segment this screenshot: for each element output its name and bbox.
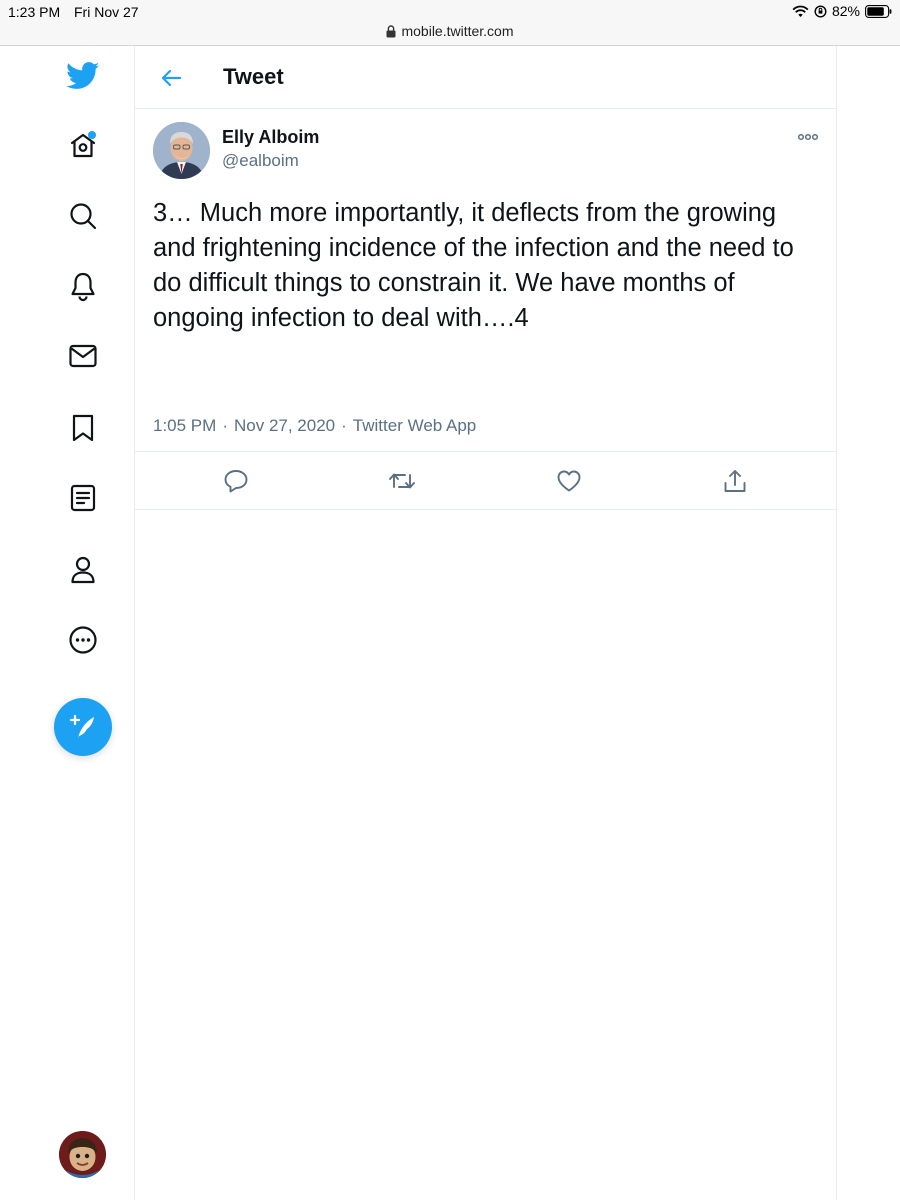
- status-date: Fri Nov 27: [74, 4, 139, 20]
- author-name[interactable]: Elly Alboim: [222, 127, 319, 148]
- author-handle[interactable]: @ealboim: [222, 151, 299, 171]
- tweet-source[interactable]: Twitter Web App: [353, 416, 476, 435]
- account-avatar[interactable]: [59, 1131, 106, 1178]
- retweet-icon: [389, 473, 415, 489]
- nav-more[interactable]: [52, 618, 114, 662]
- sidebar-nav: [0, 46, 135, 1200]
- list-icon: [70, 484, 96, 512]
- battery-percentage: 82%: [831, 3, 860, 19]
- bell-icon: [71, 272, 95, 302]
- compose-tweet-icon: [69, 714, 94, 738]
- account-avatar-image: [59, 1131, 106, 1178]
- twitter-logo-icon: [66, 62, 100, 89]
- heart-icon: [557, 470, 581, 492]
- nav-notifications[interactable]: [52, 264, 114, 308]
- tweet-more-button[interactable]: [796, 129, 820, 145]
- tweet-date[interactable]: Nov 27, 2020: [234, 416, 335, 435]
- battery-icon: [865, 4, 892, 18]
- meta-separator: ·: [222, 416, 228, 435]
- browser-top-bar: 1:23 PM Fri Nov 27 82% mobile.twitter.co…: [0, 0, 900, 46]
- status-indicators: 82%: [792, 3, 892, 19]
- tweet-actions: [135, 452, 836, 510]
- author-avatar[interactable]: [153, 122, 210, 179]
- share-button[interactable]: [720, 466, 750, 496]
- page-header: Tweet: [135, 46, 836, 109]
- nav-bookmarks[interactable]: [52, 406, 114, 450]
- nav-lists[interactable]: [52, 476, 114, 520]
- more-circle-icon: [69, 626, 97, 654]
- tweet-meta: 1:05 PM · Nov 27, 2020 · Twitter Web App: [153, 416, 476, 436]
- back-button[interactable]: [155, 62, 187, 94]
- retweet-button[interactable]: [387, 466, 417, 496]
- meta-separator: ·: [341, 416, 347, 435]
- arrow-left-icon: [161, 69, 182, 87]
- bookmark-icon: [72, 414, 94, 442]
- home-icon: [70, 131, 96, 158]
- more-horizontal-icon: [797, 133, 819, 141]
- nav-profile[interactable]: [52, 548, 114, 592]
- reply-icon: [224, 470, 248, 493]
- url-text: mobile.twitter.com: [401, 23, 514, 39]
- page-title: Tweet: [223, 64, 284, 89]
- url-bar[interactable]: mobile.twitter.com: [0, 23, 900, 39]
- status-time: 1:23 PM: [8, 4, 61, 20]
- tweet-text: 3… Much more importantly, it deflects fr…: [153, 199, 794, 332]
- main-column: Tweet Elly Alboim @ealboim 3… Much more …: [135, 46, 837, 1200]
- search-icon: [70, 203, 97, 230]
- nav-messages[interactable]: [52, 334, 114, 378]
- wifi-icon: [792, 5, 809, 17]
- compose-tweet-button[interactable]: [54, 698, 112, 756]
- tweet-time[interactable]: 1:05 PM: [153, 416, 216, 435]
- nav-explore[interactable]: [52, 194, 114, 238]
- nav-home[interactable]: [52, 124, 114, 168]
- reply-button[interactable]: [221, 466, 251, 496]
- lock-icon: [386, 25, 396, 38]
- tweet-detail: Elly Alboim @ealboim 3… Much more import…: [135, 109, 836, 452]
- share-icon: [724, 470, 746, 492]
- profile-icon: [71, 556, 95, 584]
- like-button[interactable]: [554, 466, 584, 496]
- nav-twitter-logo[interactable]: [52, 54, 114, 98]
- orientation-lock-icon: [814, 4, 827, 18]
- author-avatar-image: [153, 122, 210, 179]
- mail-icon: [69, 344, 97, 368]
